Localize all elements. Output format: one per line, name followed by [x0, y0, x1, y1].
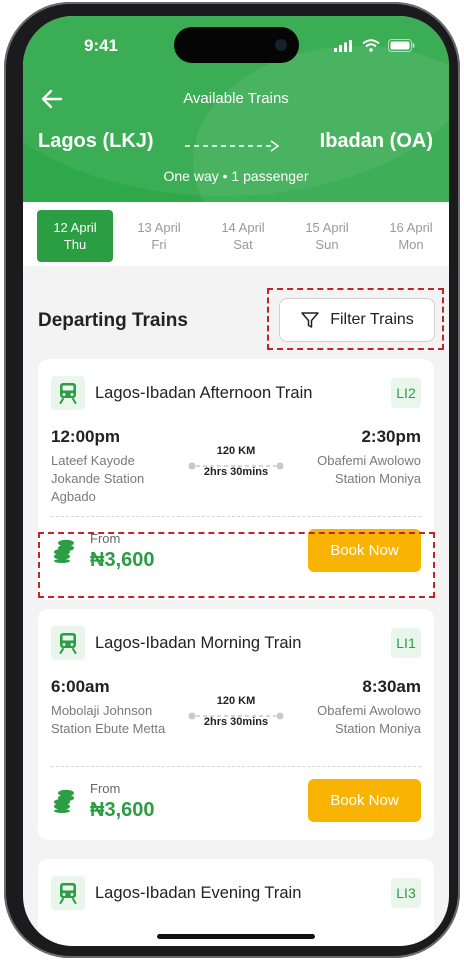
phone-frame: 9:41 Available Trains Lagos (LKJ) Ibadan…: [4, 2, 460, 958]
arrival-time: 8:30am: [362, 677, 421, 696]
date-day: 16 April: [389, 220, 433, 235]
trip-info: 120 KM 2hrs 30mins: [186, 445, 286, 478]
departure-station: Mobolaji Johnson Station Ebute Metta: [51, 703, 166, 736]
price-from-label: From: [90, 781, 121, 796]
divider: [51, 766, 421, 767]
coins-icon: [54, 789, 74, 813]
train-code-badge: LI3: [391, 878, 421, 908]
train-icon: [51, 876, 85, 910]
camera-icon: [275, 39, 287, 51]
signal-icon: [334, 39, 352, 52]
price: ₦3,600: [90, 799, 155, 821]
train-icon: [51, 376, 85, 410]
date-weekday: Thu: [63, 237, 87, 252]
train-code-badge: LI1: [391, 628, 421, 658]
departure-time: 6:00am: [51, 677, 110, 696]
date-option-13-april[interactable]: 13 April Fri: [121, 210, 197, 262]
dynamic-island: [174, 27, 299, 63]
route-line-icon: [188, 462, 284, 470]
arrival-station: Obafemi Awolowo Station Moniya: [317, 703, 421, 736]
route-line-icon: [188, 712, 284, 720]
date-weekday: Sun: [315, 237, 339, 252]
trip-info: 120 KM 2hrs 30mins: [186, 695, 286, 728]
trip-summary: One way • 1 passenger: [163, 168, 309, 184]
date-day: 14 April: [221, 220, 265, 235]
section-title: Departing Trains: [38, 310, 188, 331]
price-highlight: [38, 532, 435, 598]
date-option-15-april[interactable]: 15 April Sun: [289, 210, 365, 262]
home-indicator[interactable]: [157, 934, 315, 939]
date-option-12-april[interactable]: 12 April Thu: [37, 210, 113, 262]
arrival-time: 2:30pm: [361, 427, 421, 446]
filter-highlight: [267, 288, 444, 350]
train-icon: [51, 626, 85, 660]
status-time: 9:41: [83, 36, 119, 55]
date-weekday: Mon: [398, 237, 424, 252]
app-screen: 9:41 Available Trains Lagos (LKJ) Ibadan…: [23, 16, 449, 946]
origin-station: Lagos (LKJ): [38, 130, 154, 152]
date-day: 13 April: [137, 220, 181, 235]
arrival-station: Obafemi Awolowo Station Moniya: [317, 453, 421, 486]
book-now-button[interactable]: Book Now: [308, 779, 421, 822]
distance: 120 KM: [216, 695, 256, 707]
route-arrow-icon: [185, 140, 280, 152]
train-card[interactable]: Lagos-Ibadan Morning Train LI1 6:00am 8:…: [38, 609, 434, 840]
date-option-16-april[interactable]: 16 April Mon: [373, 210, 449, 262]
train-code-badge: LI2: [391, 378, 421, 408]
train-name: Lagos-Ibadan Morning Train: [95, 634, 302, 652]
departure-station: Lateef Kayode Jokande Station Agbado: [51, 453, 145, 504]
battery-icon: [388, 39, 415, 52]
divider: [51, 516, 421, 517]
date-day: 12 April: [53, 220, 97, 235]
date-day: 15 April: [305, 220, 349, 235]
train-card[interactable]: Lagos-Ibadan Evening Train LI3: [38, 859, 434, 946]
wifi-icon: [362, 39, 380, 52]
distance: 120 KM: [216, 445, 256, 457]
destination-station: Ibadan (OA): [319, 130, 433, 152]
status-icons: [334, 39, 415, 52]
departure-time: 12:00pm: [51, 427, 120, 446]
page-title: Available Trains: [183, 90, 289, 107]
train-name: Lagos-Ibadan Evening Train: [95, 884, 302, 902]
date-weekday: Fri: [151, 237, 167, 252]
date-weekday: Sat: [233, 237, 253, 252]
train-name: Lagos-Ibadan Afternoon Train: [95, 384, 313, 402]
date-option-14-april[interactable]: 14 April Sat: [205, 210, 281, 262]
date-selector: 12 April Thu 13 April Fri 14 April Sat 1…: [23, 202, 449, 266]
